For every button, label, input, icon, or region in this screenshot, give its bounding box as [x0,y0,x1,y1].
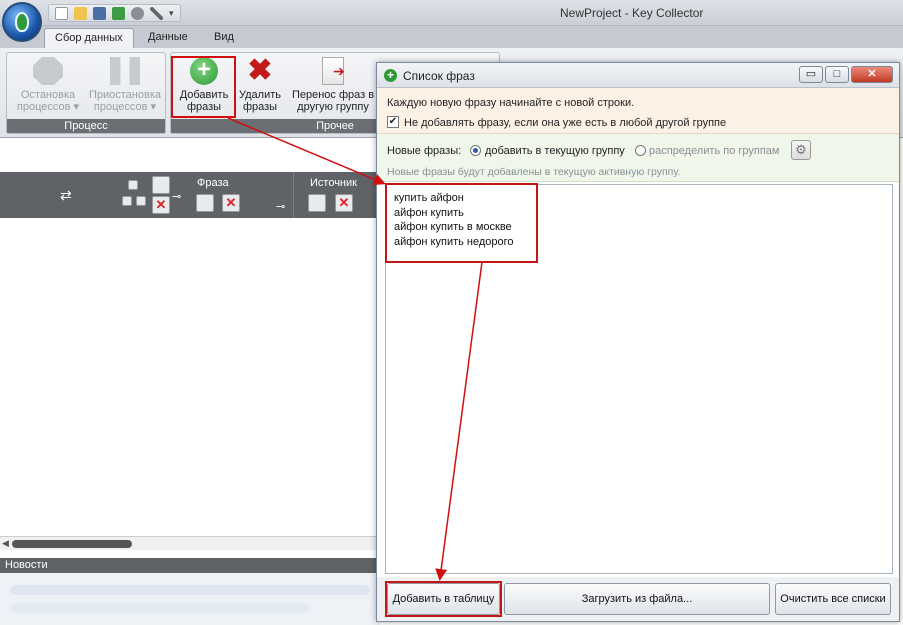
filter-icon[interactable] [308,194,326,212]
filter-icon[interactable] [196,194,214,212]
pause-icon [110,57,140,85]
add-icon: + [384,69,397,82]
dialog-title: Список фраз [403,69,475,83]
wrench-icon[interactable] [150,6,163,20]
phrases-textarea[interactable]: купить айфон айфон купить айфон купить в… [385,184,893,574]
pin-icon[interactable]: ⊸ [276,200,285,213]
tab-collect[interactable]: Сбор данных [44,28,134,48]
column-divider [293,172,294,218]
new-file-icon[interactable] [55,6,68,20]
quick-access-toolbar: ▾ [48,4,181,22]
add-to-table-button[interactable]: Добавить в таблицу [387,583,500,615]
pause-processes-button[interactable]: Приостановка процессов ▾ [87,57,163,113]
clear-lists-button[interactable]: Очистить все списки [775,583,891,615]
pause-label: Приостановка [88,89,162,101]
new-phrases-label: Новые фразы: [387,145,462,157]
grid-header: ⇄ ✕ ⊸ Фраза ✕ ⊸ Источник ✕ [0,172,380,218]
instruction-text: Каждую новую фразу начинайте с новой стр… [387,97,635,109]
open-folder-icon[interactable] [74,6,87,20]
column-source[interactable]: Источник [310,177,357,189]
radio-distribute[interactable] [635,145,646,156]
group-label-process: Процесс [7,119,165,133]
dedupe-label[interactable]: Не добавлять фразу, если она уже есть в … [404,117,726,129]
number-icon[interactable] [122,196,132,206]
dialog-options-panel: Новые фразы: добавить в текущую группу р… [377,134,899,182]
phrase-list-dialog: + Список фраз ▭ □ ✕ Каждую новую фразу н… [376,62,900,622]
export-icon[interactable] [112,6,125,20]
radio-current-group[interactable] [470,145,481,156]
phrase-grid[interactable] [0,218,380,538]
hint-text: Новые фразы будут добавлены в текущую ак… [387,166,681,178]
load-from-file-button[interactable]: Загрузить из файла... [504,583,770,615]
ribbon-tabs: Сбор данных Данные Вид [0,26,903,48]
app-orb-icon[interactable] [2,2,42,42]
stop-label: Остановка [20,89,76,101]
columns-icon[interactable]: ⇄ [60,187,72,204]
save-icon[interactable] [93,6,106,20]
add-phrases-highlight [171,56,236,118]
delete-label-2: фразы [242,101,278,113]
stop-label-2: процессов ▾ [16,101,80,113]
stop-processes-button[interactable]: Остановка процессов ▾ [13,57,83,113]
dedupe-checkbox[interactable]: ✔ [387,116,399,128]
news-panel [0,573,380,625]
clear-filter-icon[interactable]: ✕ [152,196,170,214]
filter-icon[interactable] [152,176,170,194]
stop-icon [33,57,63,85]
window-title: NewProject - Key Collector [560,6,704,20]
select-all-icon[interactable] [128,180,138,190]
tab-data[interactable]: Данные [138,28,198,48]
delete-icon: ✖ [247,54,273,87]
settings-icon[interactable] [131,6,144,20]
delete-label: Удалить [239,89,281,101]
minimize-button[interactable]: ▭ [799,66,823,83]
move-icon: ➔ [322,57,345,85]
move-phrases-button[interactable]: ➔ Перенос фраз в другую группу [289,57,377,113]
gear-icon[interactable]: ⚙ [791,140,811,160]
dialog-info-panel: Каждую новую фразу начинайте с новой стр… [377,88,899,134]
ribbon-group-process: Остановка процессов ▾ Приостановка проце… [6,52,166,134]
dialog-button-bar: Добавить в таблицу Загрузить из файла...… [377,577,899,621]
scroll-thumb[interactable] [12,540,132,548]
maximize-button[interactable]: □ [825,66,849,83]
horizontal-scrollbar[interactable]: ◀ [0,536,380,550]
move-label: Перенос фраз в [291,89,375,101]
close-button[interactable]: ✕ [851,66,893,83]
dialog-title-bar: + Список фраз ▭ □ ✕ [377,63,899,88]
clear-filter-icon[interactable]: ✕ [335,194,353,212]
column-phrase[interactable]: Фраза [197,177,229,189]
qat-dropdown-icon[interactable]: ▾ [169,8,174,19]
clear-filter-icon[interactable]: ✕ [222,194,240,212]
scroll-left-icon[interactable]: ◀ [2,538,9,549]
radio-distribute-label[interactable]: распределить по группам [649,145,779,157]
news-header: Новости [0,558,380,573]
pin-icon[interactable]: ⊸ [172,190,181,203]
number-icon[interactable] [136,196,146,206]
move-label-2: другую группу [297,101,369,113]
delete-phrases-button[interactable]: ✖ Удалить фразы [235,54,285,114]
pause-label-2: процессов ▾ [93,101,157,113]
radio-current-group-label[interactable]: добавить в текущую группу [485,145,625,157]
tab-view[interactable]: Вид [204,28,244,48]
